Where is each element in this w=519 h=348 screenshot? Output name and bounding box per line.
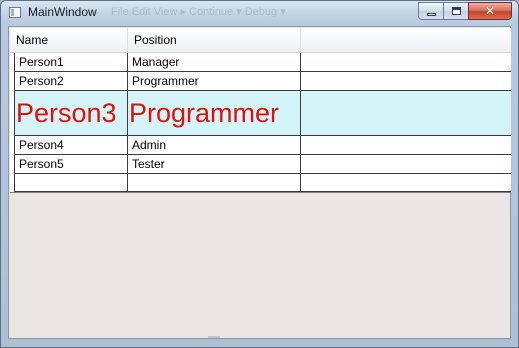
data-grid[interactable]: Name Position Person1 Manager Person2 Pr… — [10, 28, 511, 193]
cell-name[interactable]: Person5 — [14, 155, 128, 173]
resize-grip[interactable] — [208, 336, 220, 338]
cell-name[interactable]: Person1 — [14, 53, 128, 71]
cell-filler — [301, 91, 511, 135]
window-client-area: Name Position Person1 Manager Person2 Pr… — [8, 26, 511, 339]
column-header-name[interactable]: Name — [10, 28, 128, 52]
cell-position[interactable]: Admin — [128, 136, 301, 154]
title-bar[interactable]: MainWindow File Edit View ▸ Continue ▾ D… — [1, 1, 518, 25]
cell-position[interactable]: Manager — [128, 53, 301, 71]
cell-name[interactable]: Person4 — [14, 136, 128, 154]
new-row-placeholder[interactable] — [14, 174, 511, 192]
maximize-icon — [452, 7, 461, 15]
main-window: MainWindow File Edit View ▸ Continue ▾ D… — [0, 0, 519, 348]
window-title: MainWindow — [28, 5, 97, 19]
cell-name[interactable]: Person2 — [14, 72, 128, 90]
cell-position[interactable]: Programmer — [128, 72, 301, 90]
cell-position[interactable]: Programmer — [128, 91, 301, 135]
close-button[interactable]: ✕ — [468, 2, 512, 20]
maximize-button[interactable] — [443, 2, 469, 20]
cell-position[interactable]: Tester — [128, 155, 301, 173]
table-row-highlighted[interactable]: Person3 Programmer — [14, 91, 511, 136]
cell-filler — [301, 72, 511, 90]
cell-filler — [301, 155, 511, 173]
caption-buttons: ✕ — [418, 2, 512, 21]
column-header-filler — [301, 28, 511, 52]
cell-name[interactable] — [14, 174, 128, 191]
minimize-icon — [427, 13, 436, 16]
close-icon: ✕ — [484, 4, 496, 18]
table-row[interactable]: Person5 Tester — [14, 155, 511, 174]
table-row[interactable]: Person2 Programmer — [14, 72, 511, 91]
cell-filler — [301, 136, 511, 154]
table-row[interactable]: Person1 Manager — [14, 53, 511, 72]
cell-filler — [301, 174, 511, 191]
cell-name[interactable]: Person3 — [14, 91, 128, 135]
cell-position[interactable] — [128, 174, 301, 191]
column-header-position[interactable]: Position — [128, 28, 301, 52]
cell-filler — [301, 53, 511, 71]
table-row[interactable]: Person4 Admin — [14, 136, 511, 155]
window-icon[interactable] — [9, 7, 21, 18]
minimize-button[interactable] — [418, 2, 444, 20]
ghost-toolbar-text: File Edit View ▸ Continue ▾ Debug ▾ — [111, 6, 286, 18]
grid-header: Name Position — [10, 28, 511, 53]
